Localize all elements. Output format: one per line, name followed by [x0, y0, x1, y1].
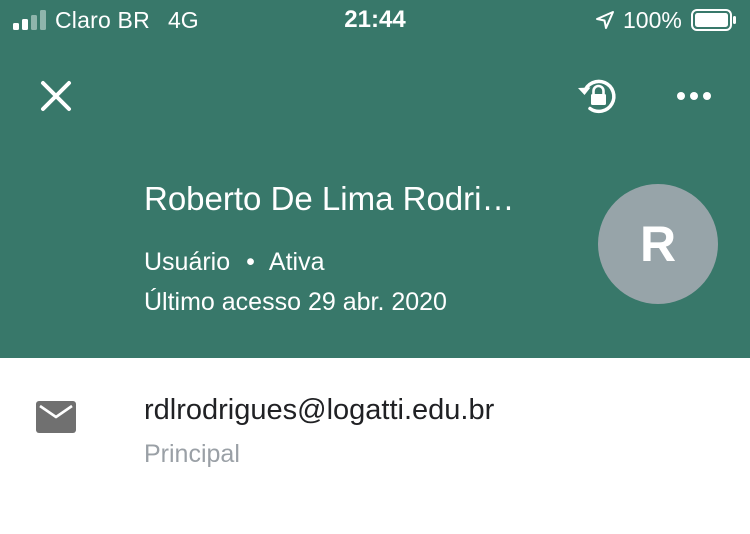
more-horizontal-icon [677, 92, 711, 100]
location-arrow-icon [596, 11, 614, 29]
last-access: Último acesso 29 abr. 2020 [144, 288, 447, 316]
reset-password-button[interactable] [572, 70, 624, 122]
user-name: Roberto De Lima Rodrigues [144, 180, 524, 217]
lock-reset-icon [578, 79, 616, 114]
email-type-label: Principal [144, 440, 240, 468]
user-header: Claro BR 4G 21:44 100% Roberto De Lima R… [0, 0, 750, 358]
battery-icon [691, 9, 736, 31]
mail-icon [36, 401, 76, 433]
email-row[interactable]: rdlrodrigues@logatti.edu.br Principal [0, 358, 750, 534]
close-icon [41, 81, 71, 111]
account-status: Ativa [268, 248, 325, 276]
more-options-button[interactable] [668, 70, 720, 122]
status-bar: Claro BR 4G 21:44 100% [0, 0, 750, 42]
user-role: Usuário [144, 248, 231, 276]
email-address: rdlrodrigues@logatti.edu.br [144, 394, 495, 426]
user-meta: Usuário • Ativa [144, 248, 325, 277]
close-button[interactable] [30, 70, 82, 122]
battery-percentage: 100% [623, 7, 682, 33]
avatar: R [598, 184, 718, 304]
separator-dot: • [246, 248, 255, 276]
